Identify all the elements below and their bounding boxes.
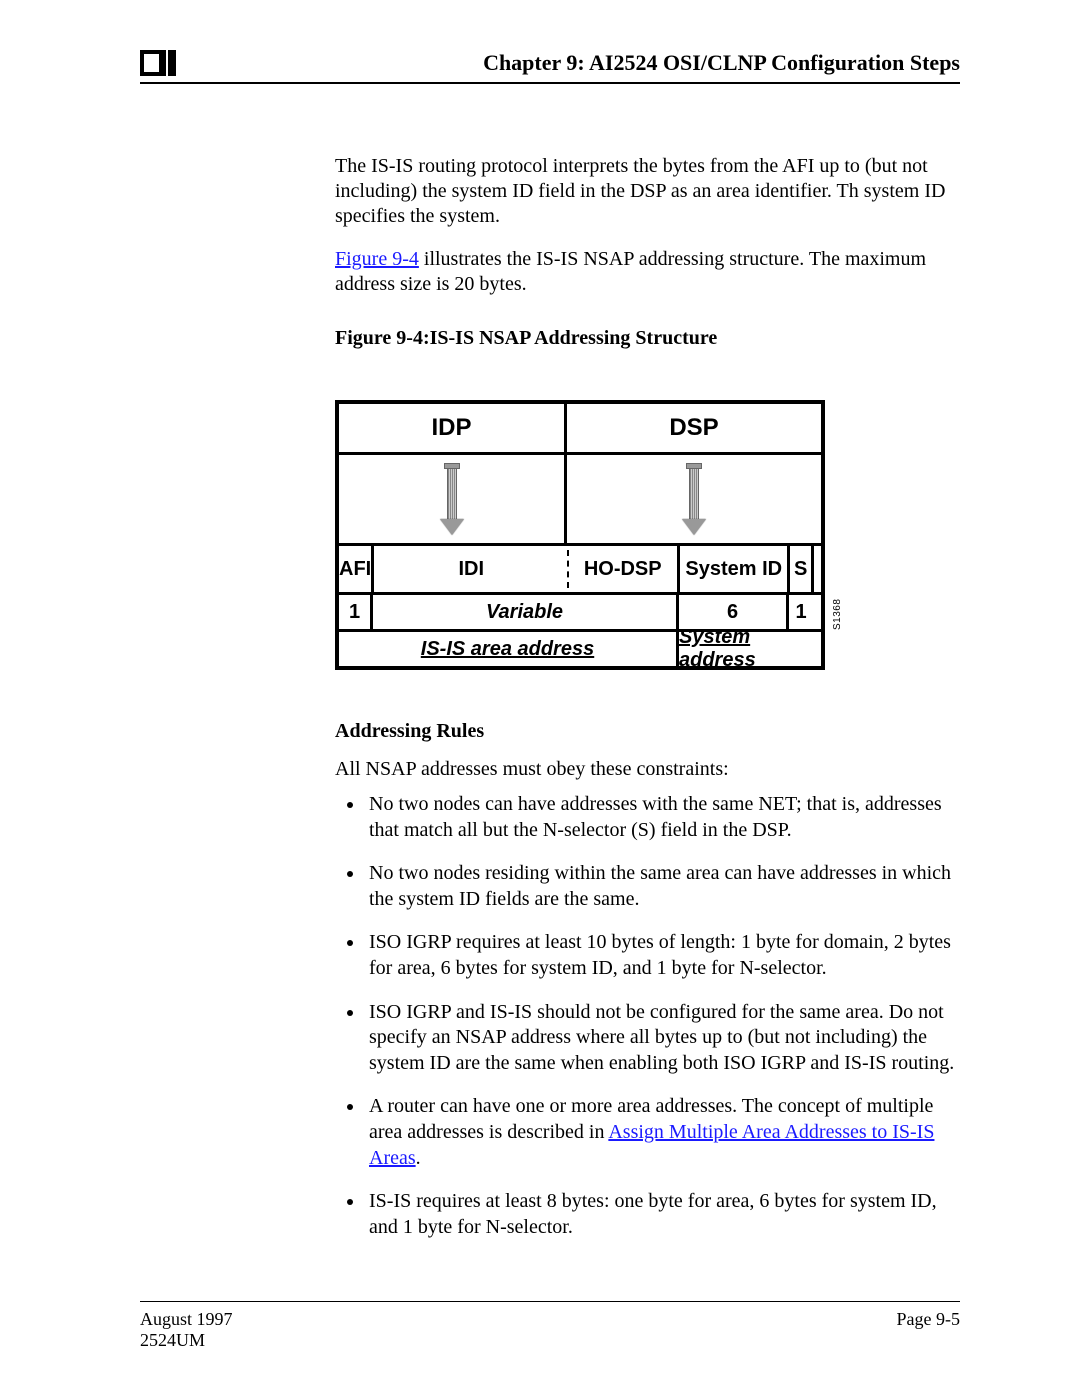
fig-six: 6 xyxy=(679,595,789,629)
paragraph-1: The IS-IS routing protocol interprets th… xyxy=(335,154,960,229)
list-item: IS-IS requires at least 8 bytes: one byt… xyxy=(365,1189,960,1240)
rules-intro: All NSAP addresses must obey these const… xyxy=(335,757,960,782)
fig-one: 1 xyxy=(339,595,373,629)
figure-ref-link[interactable]: Figure 9-4 xyxy=(335,248,419,270)
list-item: No two nodes residing within the same ar… xyxy=(365,861,960,912)
fig-hodsp: HO-DSP xyxy=(568,546,680,592)
down-arrow-icon xyxy=(682,455,706,543)
paragraph-2: Figure 9-4 illustrates the IS-IS NSAP ad… xyxy=(335,247,960,297)
footer-doc: 2524UM xyxy=(140,1330,233,1351)
addressing-rules-heading: Addressing Rules xyxy=(335,720,960,743)
fig-isis-area: IS-IS area address xyxy=(339,632,679,666)
figure-wrap: IDP DSP xyxy=(335,400,825,670)
list-item: A router can have one or more area addre… xyxy=(365,1094,960,1171)
footer-page: Page 9-5 xyxy=(897,1309,960,1330)
figure-side-code: S1368 xyxy=(832,599,843,630)
list-item-tail: . xyxy=(416,1147,421,1169)
down-arrow-icon xyxy=(440,455,464,543)
fig-arrow-dsp-cell xyxy=(567,455,821,543)
figure-caption: Figure 9-4:IS-IS NSAP Addressing Structu… xyxy=(335,327,960,350)
fig-dsp: DSP xyxy=(567,404,821,452)
paragraph-2-text: illustrates the IS-IS NSAP addressing st… xyxy=(335,248,926,295)
fig-afi: AFI xyxy=(339,546,374,592)
footer-date: August 1997 xyxy=(140,1309,233,1330)
rules-list: No two nodes can have addresses with the… xyxy=(365,792,960,1240)
header-rule xyxy=(140,82,960,84)
fig-idp: IDP xyxy=(339,404,567,452)
list-item: ISO IGRP requires at least 10 bytes of l… xyxy=(365,930,960,981)
footer-rule xyxy=(140,1301,960,1302)
logo-icon xyxy=(140,50,180,76)
fig-idi: IDI xyxy=(374,546,568,592)
list-item: No two nodes can have addresses with the… xyxy=(365,792,960,843)
fig-one2: 1 xyxy=(789,595,813,629)
fig-arrow-idp-cell xyxy=(339,455,567,543)
fig-s: S xyxy=(790,546,814,592)
chapter-title: Chapter 9: AI2524 OSI/CLNP Configuration… xyxy=(483,50,960,76)
page: Chapter 9: AI2524 OSI/CLNP Configuration… xyxy=(0,0,1080,1397)
list-item: ISO IGRP and IS-IS should not be configu… xyxy=(365,1000,960,1077)
figure-nsap-structure: IDP DSP xyxy=(335,400,825,670)
main-content: The IS-IS routing protocol interprets th… xyxy=(335,154,960,1240)
page-footer: August 1997 2524UM Page 9-5 xyxy=(140,1309,960,1351)
fig-systemid: System ID xyxy=(680,546,790,592)
page-header: Chapter 9: AI2524 OSI/CLNP Configuration… xyxy=(140,50,960,76)
fig-system-address: System address xyxy=(679,632,821,666)
fig-variable: Variable xyxy=(373,595,679,629)
